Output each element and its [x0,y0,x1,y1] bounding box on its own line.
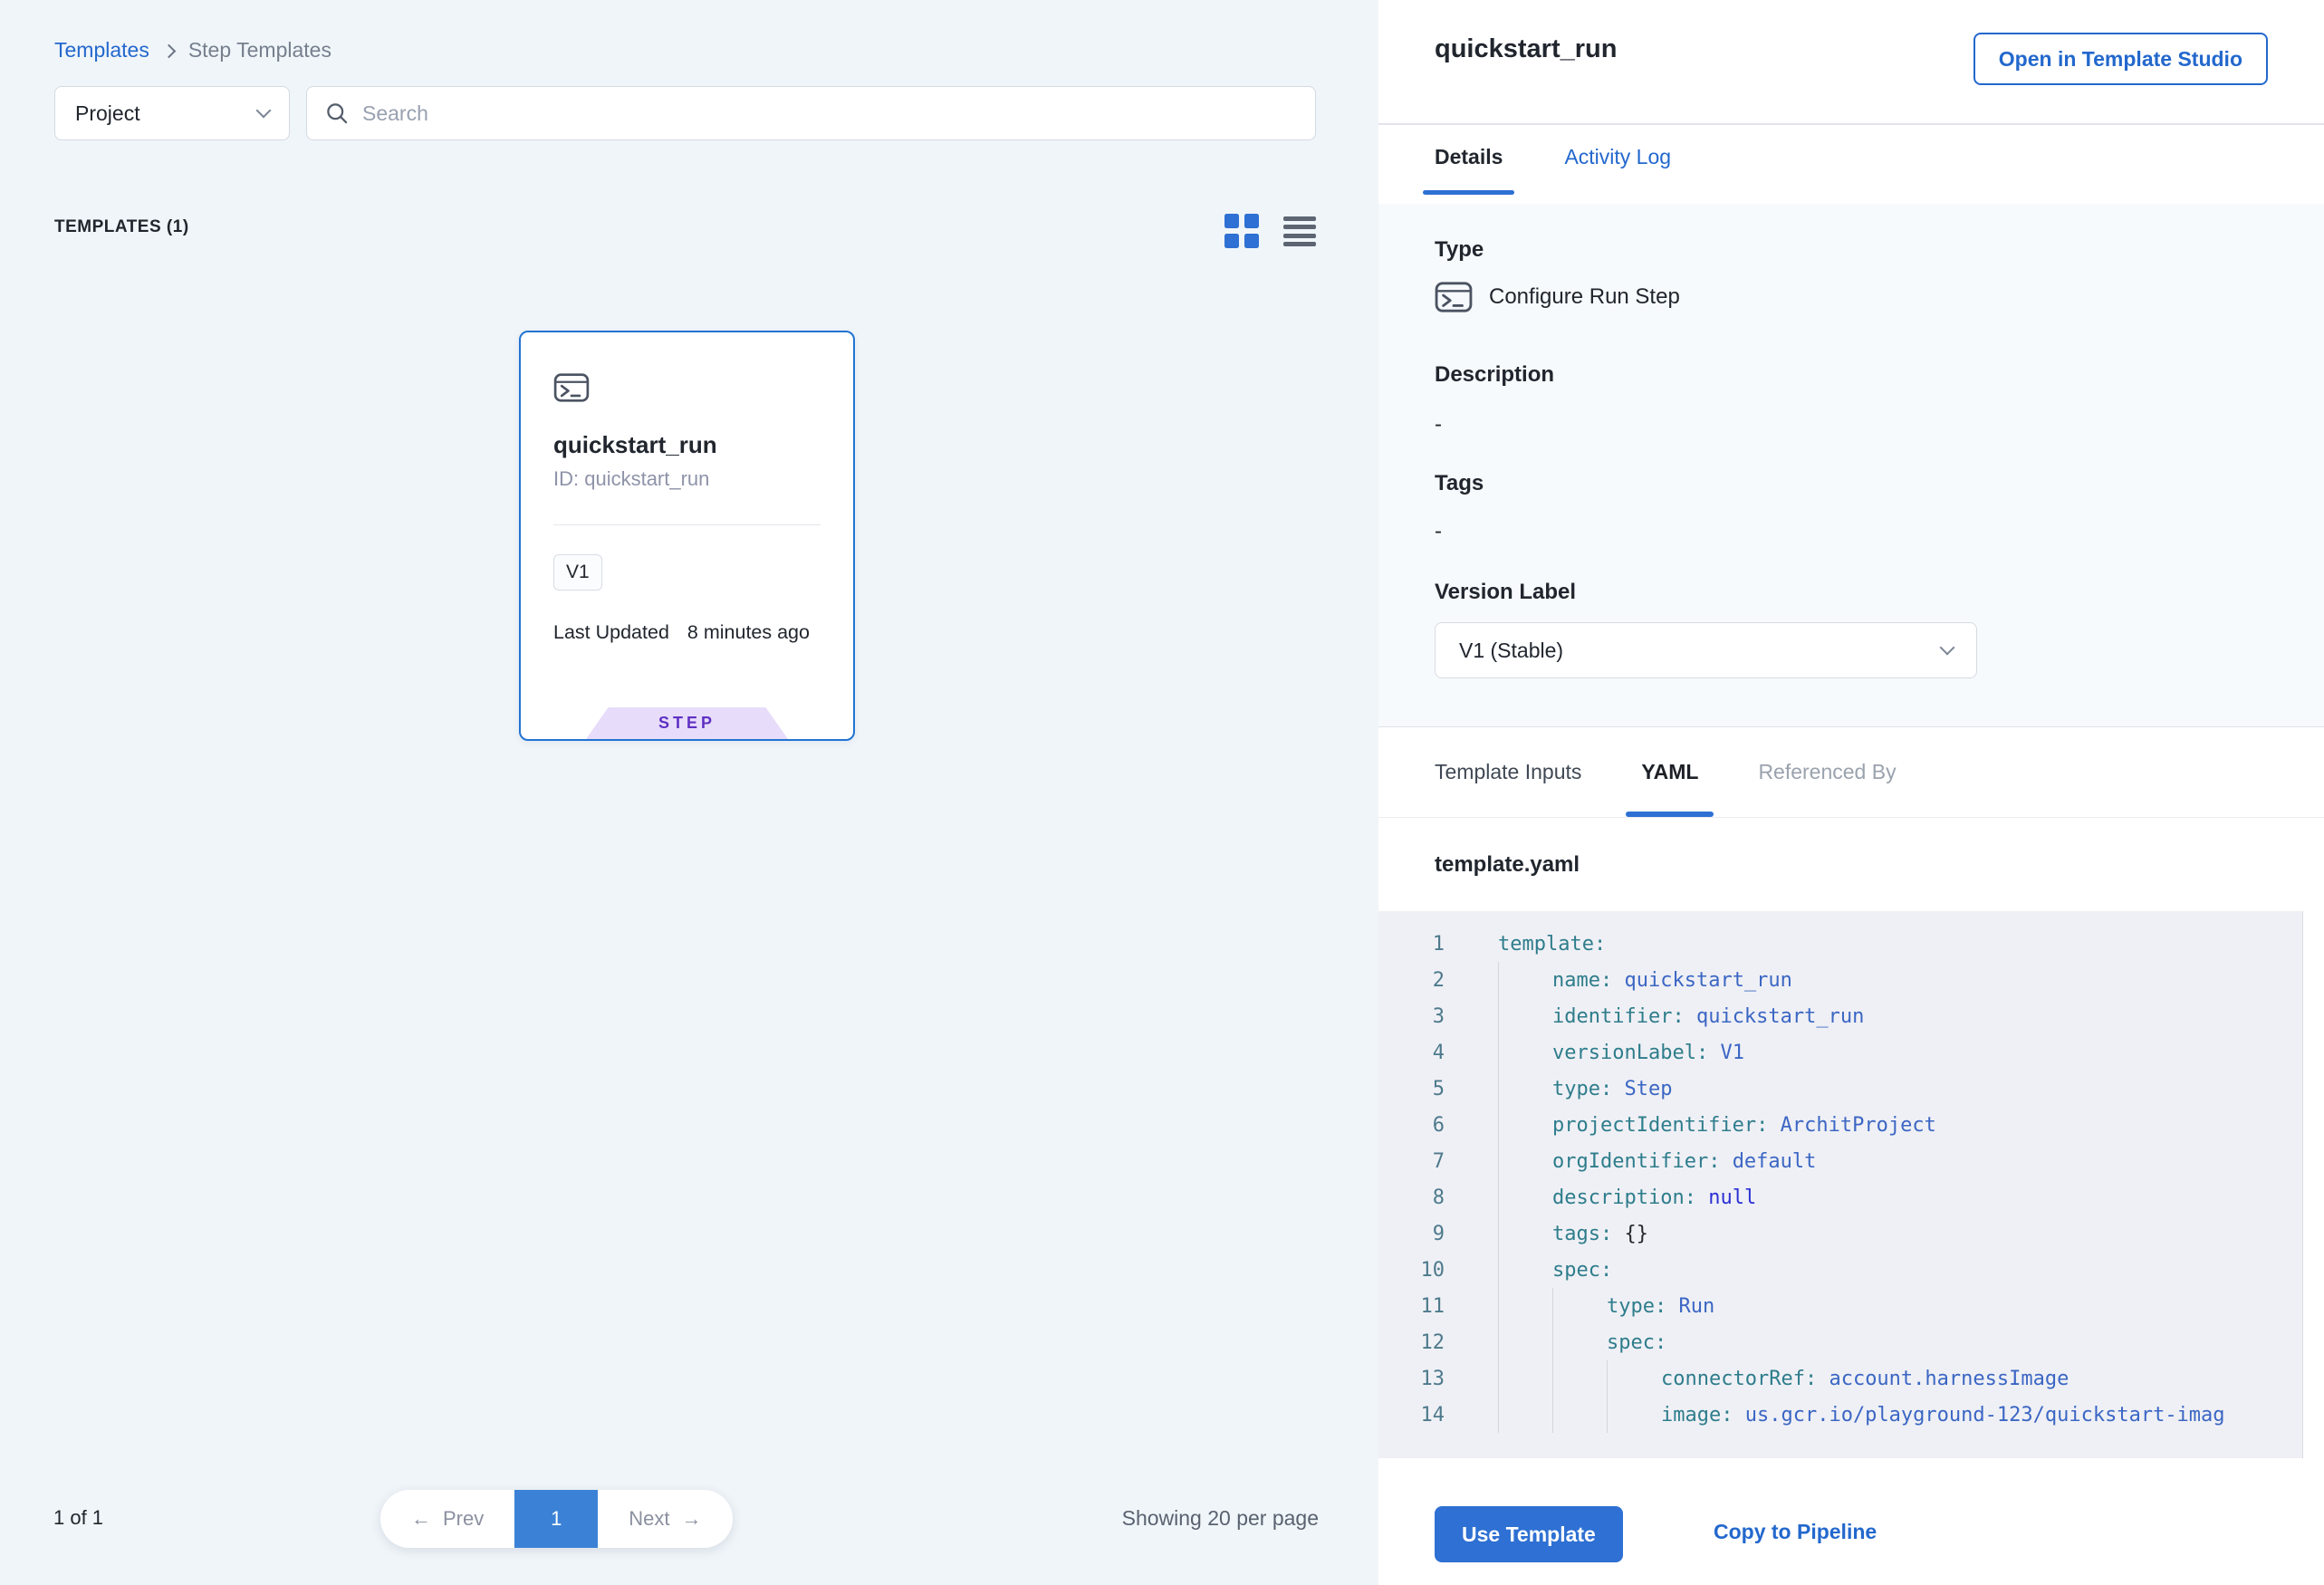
yaml-file-name: template.yaml [1435,852,1580,878]
yaml-line: 5type: Step [1378,1071,2324,1107]
version-badge: V1 [553,554,602,591]
last-updated-row: Last Updated 8 minutes ago [553,621,821,644]
type-value-row: Configure Run Step [1435,281,1680,313]
description-label: Description [1435,362,1554,388]
next-page-button[interactable]: Next → [598,1490,732,1548]
yaml-line: 3identifier: quickstart_run [1378,998,2324,1034]
grid-view-button[interactable] [1224,214,1259,248]
yaml-line: 1template: [1378,926,2324,962]
arrow-right-icon: → [682,1507,702,1531]
page-1-button[interactable]: 1 [514,1490,598,1548]
breadcrumb-current: Step Templates [188,38,331,62]
panel-title: quickstart_run [1435,34,1617,64]
breadcrumb-templates-link[interactable]: Templates [54,38,149,62]
template-card[interactable]: quickstart_run ID: quickstart_run V1 Las… [519,331,855,741]
templates-count-label: TEMPLATES (1) [54,217,189,237]
pagination: ← Prev 1 Next → [380,1490,733,1548]
yaml-line: 4versionLabel: V1 [1378,1034,2324,1071]
scope-select[interactable]: Project [54,86,290,140]
arrow-left-icon: ← [411,1507,431,1531]
type-value: Configure Run Step [1489,284,1680,310]
code-scrollbar[interactable] [2302,911,2324,1458]
tab-activity-log[interactable]: Activity Log [1564,145,1671,195]
templates-list-panel: Templates Step Templates Project TEMPLAT… [0,0,1378,1585]
templates-page: Templates Step Templates Project TEMPLAT… [0,0,2324,1585]
yaml-line: 10spec: [1378,1252,2324,1288]
step-type-badge: STEP [586,707,788,739]
tags-label: Tags [1435,471,1484,496]
header-divider [1378,123,2324,125]
yaml-file-band: template.yaml [1378,819,2324,911]
version-label: Version Label [1435,580,1576,605]
terminal-icon [1435,281,1473,313]
yaml-code: 1template:2name: quickstart_run3identifi… [1378,911,2324,1458]
tab-referenced-by[interactable]: Referenced By [1758,727,1896,817]
open-in-template-studio-button[interactable]: Open in Template Studio [1973,33,2268,85]
list-view-button[interactable] [1283,216,1316,246]
yaml-line: 12spec: [1378,1324,2324,1360]
use-template-button[interactable]: Use Template [1435,1506,1623,1562]
description-value: - [1435,412,1442,437]
per-page-label: Showing 20 per page [1047,1506,1319,1531]
tab-details[interactable]: Details [1435,145,1503,195]
version-select-value: V1 (Stable) [1459,639,1563,663]
chevron-right-icon [162,44,177,59]
template-details-panel: quickstart_run Open in Template Studio D… [1378,0,2324,1585]
tags-value: - [1435,519,1442,544]
terminal-icon [553,372,590,403]
tab-template-inputs[interactable]: Template Inputs [1435,727,1581,817]
grid-view-icon [1224,214,1239,228]
panel-tabs: Details Activity Log [1435,145,1671,195]
yaml-line: 13connectorRef: account.harnessImage [1378,1360,2324,1397]
details-section: Type Configure Run Step Description - Ta… [1378,204,2324,726]
search-input[interactable] [362,101,1297,126]
list-view-icon [1283,216,1316,221]
card-divider [553,524,821,525]
chevron-down-icon [1940,640,1955,656]
yaml-line: 6projectIdentifier: ArchitProject [1378,1107,2324,1143]
panel-actions: Use Template Copy to Pipeline [1378,1458,2324,1585]
template-card-title: quickstart_run [553,431,821,459]
yaml-line: 11type: Run [1378,1288,2324,1324]
scope-select-value: Project [75,101,140,126]
chevron-down-icon [256,103,272,119]
version-select[interactable]: V1 (Stable) [1435,622,1977,678]
yaml-line: 8description: null [1378,1179,2324,1215]
last-updated-value: 8 minutes ago [687,621,810,644]
breadcrumb: Templates Step Templates [54,38,331,62]
tab-yaml[interactable]: YAML [1641,727,1698,817]
copy-to-pipeline-link[interactable]: Copy to Pipeline [1714,1520,1877,1544]
detail-subtabs: Template Inputs YAML Referenced By [1378,726,2324,818]
yaml-line: 7orgIdentifier: default [1378,1143,2324,1179]
yaml-line: 2name: quickstart_run [1378,962,2324,998]
page-summary: 1 of 1 [53,1506,103,1530]
last-updated-label: Last Updated [553,621,669,644]
search-icon [325,101,350,126]
yaml-line: 14image: us.gcr.io/playground-123/quicks… [1378,1397,2324,1433]
prev-page-button[interactable]: ← Prev [380,1490,514,1548]
template-card-id: ID: quickstart_run [553,467,821,491]
search-box[interactable] [306,86,1316,140]
yaml-line: 9tags: {} [1378,1215,2324,1252]
type-label: Type [1435,237,1484,263]
